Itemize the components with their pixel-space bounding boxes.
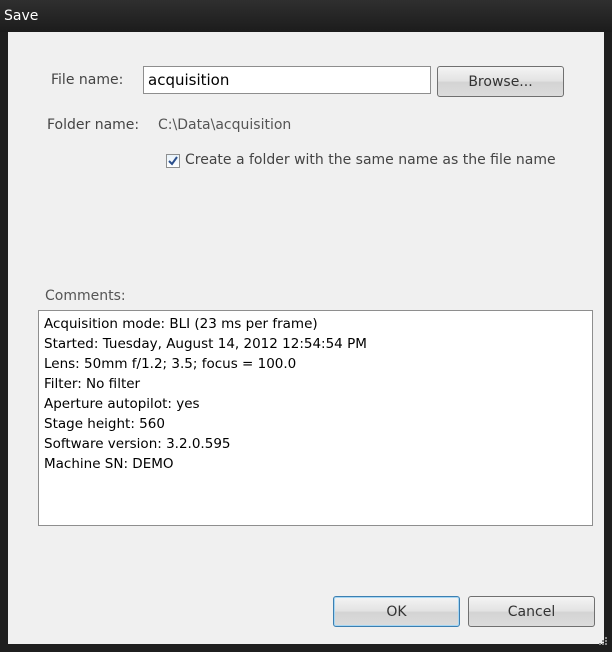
file-name-input[interactable] [143,66,431,94]
window-frame-right [604,32,612,652]
dialog-body: File name: Browse... Folder name: C:\Dat… [8,32,604,644]
folder-name-value: C:\Data\acquisition [158,117,292,133]
folder-name-label: Folder name: [47,117,140,133]
save-dialog: Save File name: Browse... Folder name: C… [0,0,612,652]
comments-label: Comments: [45,288,126,304]
create-folder-checkbox[interactable] [166,154,180,168]
title-bar[interactable]: Save [0,0,612,32]
checkmark-icon [168,156,178,166]
file-name-label: File name: [51,72,124,88]
window-frame-left [0,32,8,652]
window-frame-bottom [0,644,612,652]
cancel-button[interactable]: Cancel [468,596,595,627]
resize-grip-icon[interactable] [598,636,608,646]
comments-textarea[interactable]: Acquisition mode: BLI (23 ms per frame) … [38,310,593,526]
window-title: Save [4,8,39,24]
browse-button[interactable]: Browse... [437,66,564,97]
create-folder-label[interactable]: Create a folder with the same name as th… [185,152,556,168]
ok-button[interactable]: OK [333,596,460,627]
